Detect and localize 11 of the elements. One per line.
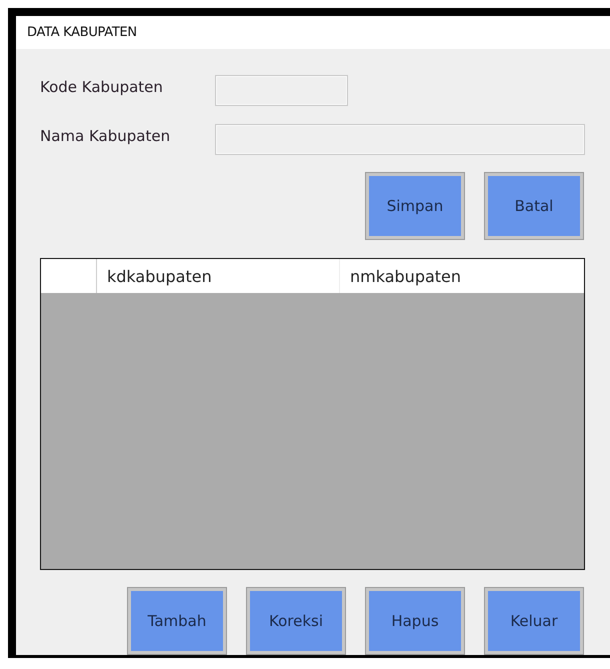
form-button[interactable]: Batal [484,172,584,240]
window-title: DATA KABUPATEN [27,25,137,40]
field-label: Nama Kabupaten [40,126,172,144]
form-button[interactable]: Simpan [365,172,465,240]
action-button[interactable]: Koreksi [246,587,346,655]
column-header[interactable]: nmkabupaten [340,259,583,293]
action-button[interactable]: Keluar [484,587,584,655]
field-label: Kode Kabupaten [40,78,164,96]
column-header[interactable]: kdkabupaten [97,259,340,293]
action-button[interactable]: Hapus [365,587,465,655]
action-button[interactable]: Tambah [127,587,227,655]
